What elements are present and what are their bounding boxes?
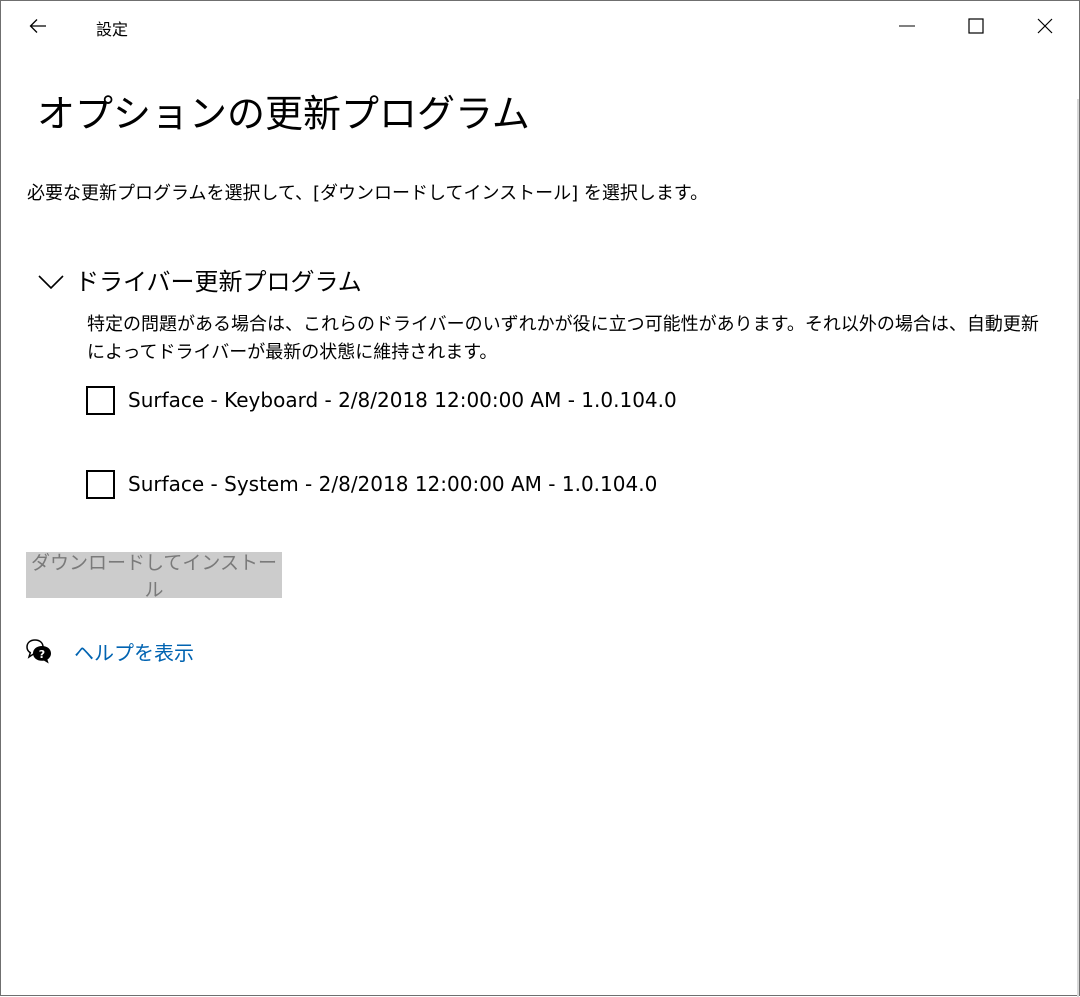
window-controls [872, 1, 1079, 51]
close-button[interactable] [1010, 1, 1079, 51]
title-bar: 設定 [1, 1, 1079, 51]
help-chat-icon: ? [26, 639, 51, 664]
app-title: 設定 [96, 20, 129, 39]
section-description: 特定の問題がある場合は、これらのドライバーのいずれかが役に立つ可能性があります。… [87, 314, 1039, 363]
section-title: ドライバー更新プログラム [75, 267, 362, 296]
page-description: 必要な更新プログラムを選択して、[ダウンロードしてインストール] を選択します。 [27, 183, 709, 204]
svg-text:?: ? [39, 648, 45, 661]
settings-window: 設定 オプションの更新プログラム 必要な更新プログラムを選択して、[ダウンロード… [0, 0, 1080, 997]
system-driver-checkbox[interactable] [86, 469, 115, 499]
back-arrow-icon [29, 19, 46, 33]
back-button[interactable] [15, 7, 61, 45]
maximize-button[interactable] [941, 1, 1010, 51]
driver-item-keyboard[interactable]: Surface - Keyboard - 2/8/2018 12:00:00 A… [86, 385, 677, 415]
keyboard-driver-checkbox[interactable] [86, 385, 115, 415]
driver-item-label: Surface - System - 2/8/2018 12:00:00 AM … [128, 472, 658, 496]
minimize-button[interactable] [872, 1, 941, 51]
help-row: ? ヘルプを表示 [25, 635, 194, 667]
page-title: オプションの更新プログラム [37, 92, 530, 136]
driver-item-system[interactable]: Surface - System - 2/8/2018 12:00:00 AM … [86, 469, 657, 499]
download-install-button[interactable]: ダウンロードしてインストール [26, 552, 282, 601]
driver-item-label: Surface - Keyboard - 2/8/2018 12:00:00 A… [128, 388, 677, 412]
close-icon [1037, 18, 1052, 34]
minimize-icon [898, 25, 915, 27]
chevron-down-icon [38, 275, 64, 290]
maximize-icon [967, 18, 984, 34]
help-link[interactable]: ヘルプを表示 [74, 637, 194, 666]
driver-updates-expander[interactable]: ドライバー更新プログラム [37, 261, 362, 297]
scrollbar-track[interactable] [1077, 99, 1079, 997]
